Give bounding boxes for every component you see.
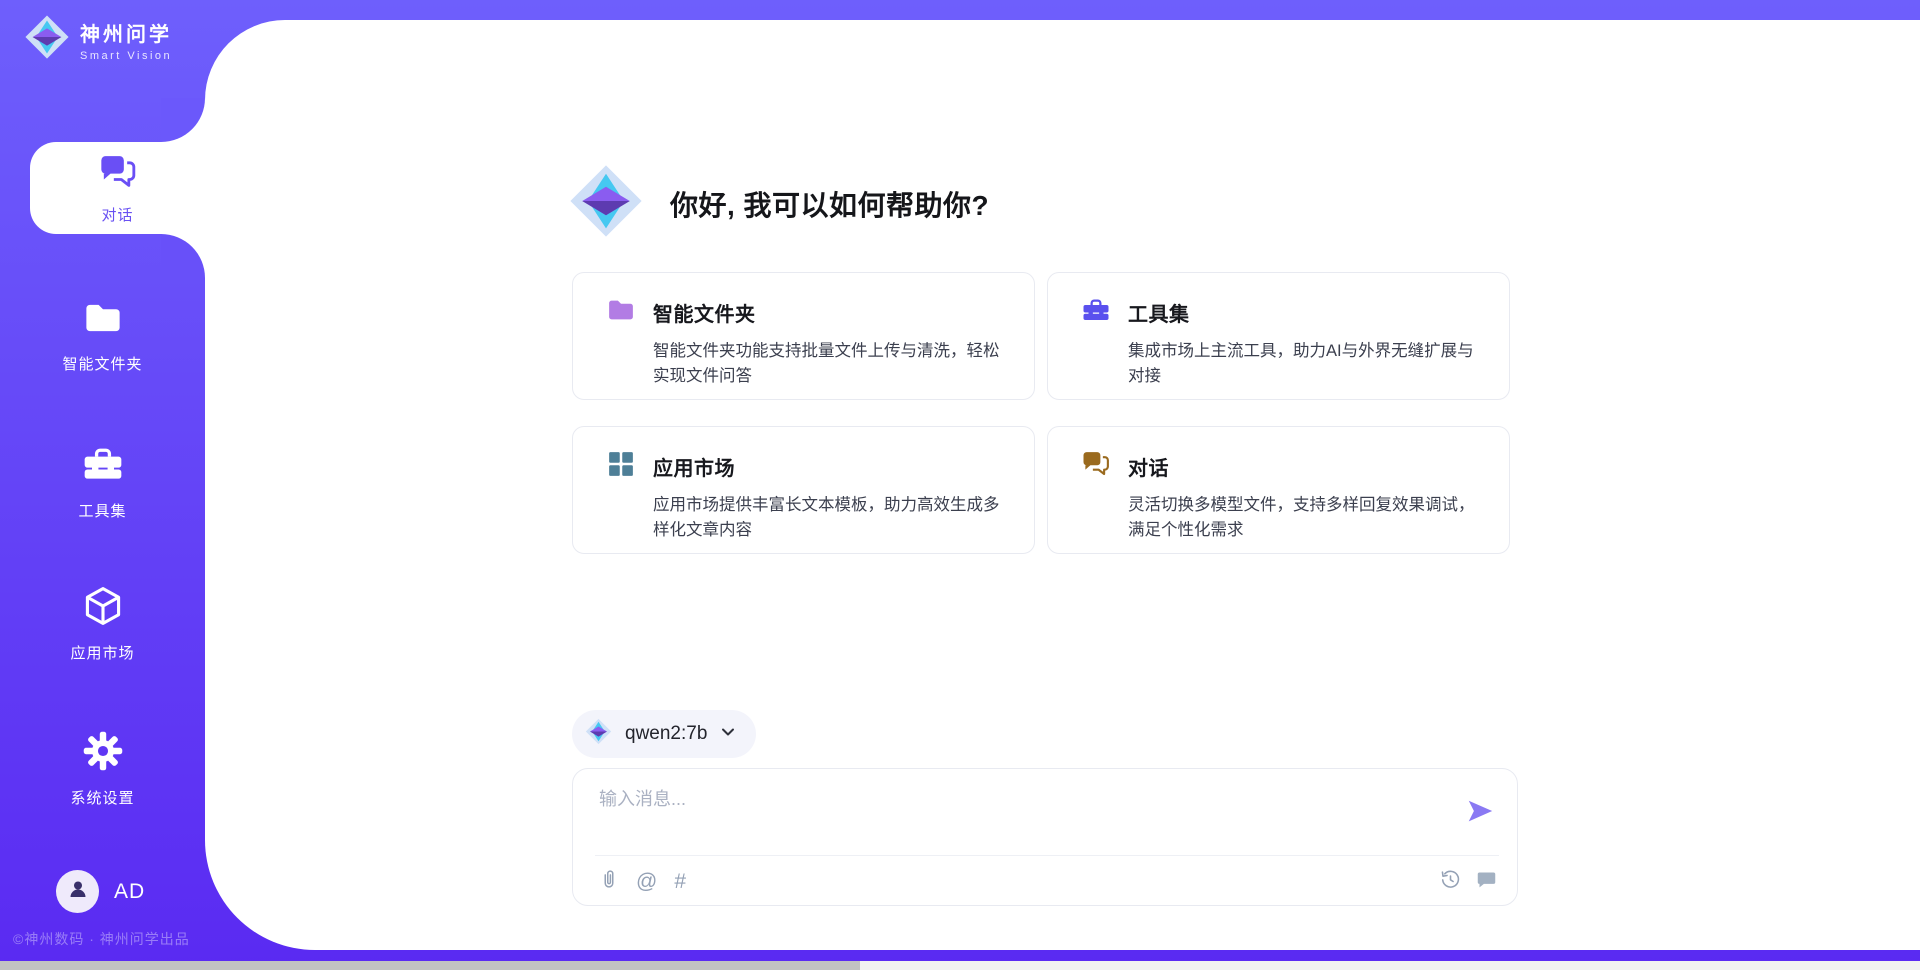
avatar [56,870,99,913]
toolbox-icon [1081,295,1111,330]
chat-icon [1081,449,1111,484]
send-icon [1465,796,1495,829]
model-name: qwen2:7b [625,723,707,745]
attach-button[interactable] [599,868,619,896]
card-app-market[interactable]: 应用市场 应用市场提供丰富长文本模板，助力高效生成多样化文章内容 [572,426,1035,554]
history-icon [1440,869,1461,896]
composer-divider [595,855,1499,856]
folder-icon [606,295,636,330]
card-toolset[interactable]: 工具集 集成市场上主流工具，助力AI与外界无缝扩展与对接 [1047,272,1510,400]
send-button[interactable] [1461,793,1499,831]
sidebar-item-folders[interactable]: 智能文件夹 [0,297,205,374]
sidebar-item-settings[interactable]: 系统设置 [0,729,205,808]
chat-bubble-icon [1476,869,1497,896]
composer: @ # [572,768,1518,906]
folder-icon [82,297,124,344]
sidebar-item-label: 对话 [101,204,133,225]
card-title: 对话 [1128,452,1169,481]
grid-icon [606,449,636,484]
paperclip-icon [599,868,619,896]
brand-logo-icon [24,14,70,65]
card-title: 工具集 [1128,298,1190,327]
quick-chat-button[interactable] [1476,869,1497,896]
brand-name: 神州问学 [80,18,172,47]
message-input[interactable] [599,785,1419,843]
card-header: 应用市场 [606,449,1010,484]
history-button[interactable] [1440,869,1461,896]
brand-text: 神州问学 Smart Vision [80,18,172,62]
scrollbar-thumb[interactable] [0,961,860,970]
card-title: 智能文件夹 [653,298,756,327]
user-icon [66,877,90,906]
copyright: ©神州数码 · 神州问学出品 [13,929,190,949]
card-header: 对话 [1081,449,1485,484]
greeting-text: 你好, 我可以如何帮助你? [670,184,989,224]
main-panel: 你好, 我可以如何帮助你? 智能文件夹 智能文件夹功能支持批量文件上传与清洗，轻… [205,20,1920,950]
hashtag-button[interactable]: # [674,870,686,894]
horizontal-scrollbar[interactable] [0,961,1920,970]
tab-notch-bottom [161,234,205,278]
mention-button[interactable]: @ [636,870,657,894]
app-root: 神州问学 Smart Vision 对话 智能文件夹 [0,0,1920,970]
sidebar: 神州问学 Smart Vision 对话 智能文件夹 [0,0,205,970]
greeting: 你好, 我可以如何帮助你? [568,163,989,244]
brand-subtitle: Smart Vision [80,50,172,62]
card-chat[interactable]: 对话 灵活切换多模型文件，支持多样回复效果调试，满足个性化需求 [1047,426,1510,554]
user-initials: AD [114,880,145,904]
card-smart-folder[interactable]: 智能文件夹 智能文件夹功能支持批量文件上传与清洗，轻松实现文件问答 [572,272,1035,400]
sidebar-item-chat[interactable]: 对话 [30,142,205,234]
chat-icon [98,152,138,197]
sidebar-item-label: 工具集 [78,500,126,521]
toolbox-icon [81,442,125,491]
assistant-logo-icon [568,163,644,244]
sidebar-item-label: 应用市场 [70,642,134,663]
chevron-down-icon [720,724,736,745]
gear-icon [81,729,125,778]
composer-toolbar: @ # [599,866,1497,898]
card-description: 应用市场提供丰富长文本模板，助力高效生成多样化文章内容 [653,493,1010,543]
card-description: 灵活切换多模型文件，支持多样回复效果调试，满足个性化需求 [1128,493,1485,543]
brand: 神州问学 Smart Vision [24,14,172,65]
sidebar-item-market[interactable]: 应用市场 [0,584,205,663]
sidebar-item-label: 智能文件夹 [62,353,142,374]
cube-icon [81,584,125,633]
model-logo-icon [585,718,612,750]
user-profile[interactable]: AD [56,870,145,913]
card-header: 工具集 [1081,295,1485,330]
sidebar-item-label: 系统设置 [70,787,134,808]
feature-cards: 智能文件夹 智能文件夹功能支持批量文件上传与清洗，轻松实现文件问答 [572,272,1510,554]
card-header: 智能文件夹 [606,295,1010,330]
card-description: 智能文件夹功能支持批量文件上传与清洗，轻松实现文件问答 [653,339,1010,389]
model-selector[interactable]: qwen2:7b [572,710,756,758]
tab-notch-top [161,98,205,142]
composer-toolbar-right [1440,869,1497,896]
card-title: 应用市场 [653,452,735,481]
card-description: 集成市场上主流工具，助力AI与外界无缝扩展与对接 [1128,339,1485,389]
sidebar-item-tools[interactable]: 工具集 [0,442,205,521]
